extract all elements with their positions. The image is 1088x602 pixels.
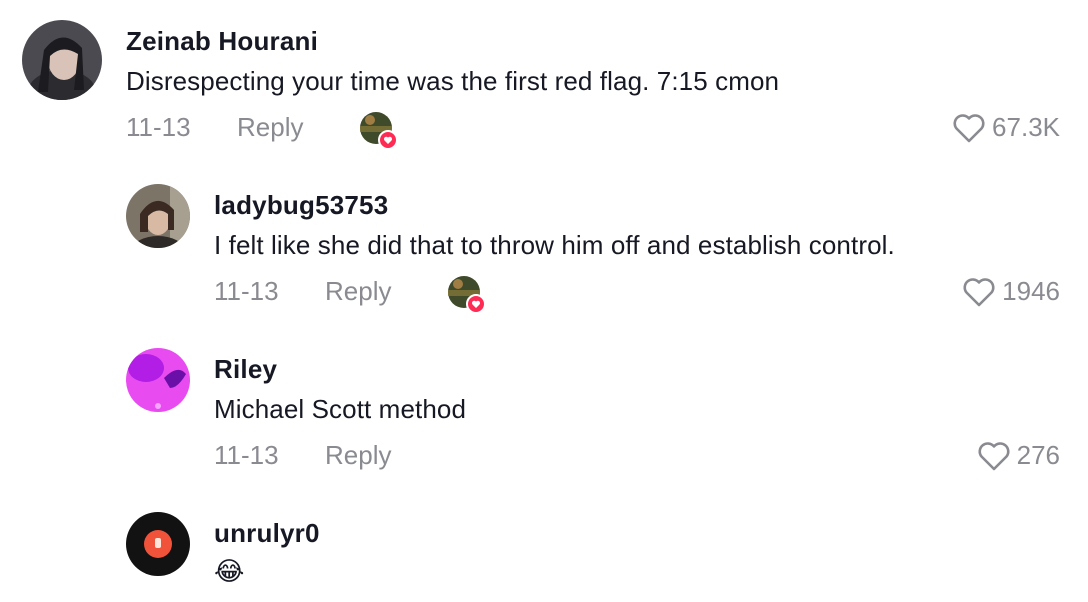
heart-outline-icon [963, 277, 995, 306]
comment-date: 11-13 [126, 112, 191, 142]
like-button[interactable]: 67.3K [952, 112, 1060, 143]
creator-liked-heart-icon [360, 112, 398, 150]
creator-liked-badge [446, 274, 486, 314]
comment-text: 😂 [214, 556, 245, 586]
comment-username[interactable]: unrulyr0 [214, 518, 320, 549]
avatar[interactable] [22, 20, 102, 100]
comment-text: Disrespecting your time was the first re… [126, 66, 780, 96]
like-button[interactable]: 1946 [962, 276, 1060, 307]
like-button[interactable]: 276 [977, 440, 1060, 471]
heart-outline-icon [953, 113, 985, 142]
like-count: 1946 [1002, 276, 1060, 306]
comment-date: 11-13 [214, 440, 279, 470]
comment-username[interactable]: ladybug53753 [214, 190, 388, 221]
comment-username[interactable]: Riley [214, 354, 277, 385]
comment-text: I felt like she did that to throw him of… [214, 230, 895, 260]
avatar[interactable] [126, 348, 190, 412]
comment-date: 11-13 [214, 276, 279, 306]
like-count: 67.3K [992, 112, 1060, 142]
comment-username[interactable]: Zeinab Hourani [126, 26, 318, 57]
creator-liked-heart-icon [448, 276, 486, 314]
reply-button[interactable]: Reply [325, 276, 391, 307]
avatar[interactable] [126, 184, 190, 248]
heart-outline-icon [978, 441, 1010, 470]
like-count: 276 [1016, 440, 1060, 470]
creator-liked-badge [358, 110, 398, 150]
avatar[interactable] [126, 512, 190, 576]
reply-button[interactable]: Reply [237, 112, 303, 143]
comment-text: Michael Scott method [214, 394, 467, 424]
reply-button[interactable]: Reply [325, 440, 391, 471]
